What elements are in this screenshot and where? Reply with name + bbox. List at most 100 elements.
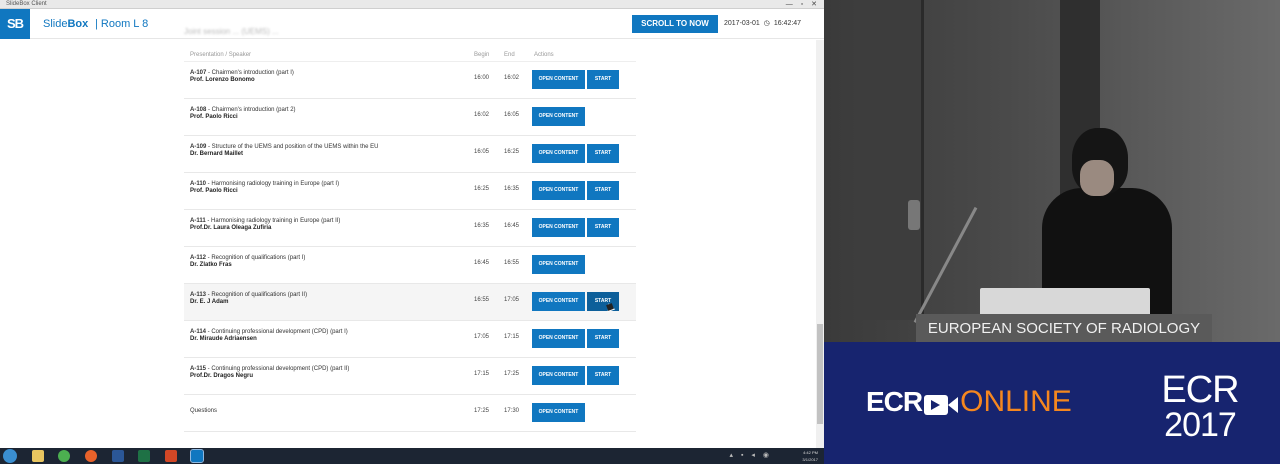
open-content-button[interactable]: OPEN CONTENT xyxy=(532,292,585,311)
presentation-title: A-113 - Recognition of qualifications (p… xyxy=(190,292,307,298)
end-time: 17:25 xyxy=(504,371,520,377)
window-titlebar: SlideBox Client — ▫ ✕ xyxy=(0,0,824,9)
firefox-icon[interactable] xyxy=(85,450,97,462)
table-row[interactable]: Questions 17:25 17:30 OPEN CONTENT xyxy=(184,395,636,432)
open-content-button[interactable]: OPEN CONTENT xyxy=(532,181,585,200)
table-row[interactable]: A-111 - Harmonising radiology training i… xyxy=(184,210,636,247)
end-time: 17:15 xyxy=(504,334,520,340)
room-label: | Room L 8 xyxy=(95,18,149,30)
brand-part1: Slide xyxy=(43,18,68,30)
open-content-button[interactable]: OPEN CONTENT xyxy=(532,255,585,274)
presentation-title: A-108 - Chairmen's introduction (part 2) xyxy=(190,107,296,113)
slidebox-taskbar-icon[interactable] xyxy=(190,449,204,463)
start-button[interactable]: START xyxy=(587,218,619,237)
presentation-title-text: - Chairmen's introduction (part 2) xyxy=(206,107,296,113)
presentation-title-text: - Continuing professional development (C… xyxy=(206,366,350,372)
presentation-title: A-111 - Harmonising radiology training i… xyxy=(190,218,340,224)
presentation-title-text: - Recognition of qualifications (part I) xyxy=(206,255,306,261)
word-icon[interactable] xyxy=(112,450,124,462)
speaker-face xyxy=(1080,160,1114,196)
scrollbar[interactable] xyxy=(816,40,824,448)
header-actions: Actions xyxy=(534,52,554,58)
begin-time: 16:45 xyxy=(474,260,490,266)
window-title: SlideBox Client xyxy=(6,1,47,7)
table-row[interactable]: A-112 - Recognition of qualifications (p… xyxy=(184,247,636,284)
start-button[interactable] xyxy=(3,449,17,463)
begin-time: 16:55 xyxy=(474,297,490,303)
table-row[interactable]: A-109 - Structure of the UEMS and positi… xyxy=(184,136,636,173)
end-time: 16:02 xyxy=(504,75,520,81)
end-time: 16:45 xyxy=(504,223,520,229)
header-presentation: Presentation / Speaker xyxy=(190,52,252,58)
table-row[interactable]: A-113 - Recognition of qualifications (p… xyxy=(184,284,636,321)
end-time: 16:35 xyxy=(504,186,520,192)
speaker-name: Dr. Bernard Maillet xyxy=(190,151,244,157)
open-content-button[interactable]: OPEN CONTENT xyxy=(532,107,585,126)
open-content-button[interactable]: OPEN CONTENT xyxy=(532,403,585,422)
presentation-title: A-110 - Harmonising radiology training i… xyxy=(190,181,339,187)
window-controls[interactable]: — ▫ ✕ xyxy=(786,0,820,9)
windows-taskbar: ▴ ▪ ◂ ◉ 4:42 PM 3/1/2017 xyxy=(0,448,824,464)
tray-date: 3/1/2017 xyxy=(802,457,818,462)
system-tray-clock[interactable]: 4:42 PM 3/1/2017 xyxy=(778,449,818,463)
table-row[interactable]: A-107 - Chairmen's introduction (part I)… xyxy=(184,62,636,99)
start-button[interactable]: START xyxy=(587,70,619,89)
presentation-title-text: Questions xyxy=(190,408,218,414)
open-content-button[interactable]: OPEN CONTENT xyxy=(532,218,585,237)
open-content-button[interactable]: OPEN CONTENT xyxy=(532,329,585,348)
banner-online-text: ONLINE xyxy=(960,385,1072,418)
table-row[interactable]: A-108 - Chairmen's introduction (part 2)… xyxy=(184,99,636,136)
open-content-button[interactable]: OPEN CONTENT xyxy=(532,70,585,89)
logo-year-text: 2017 xyxy=(1164,406,1237,444)
presentation-code: A-107 xyxy=(190,70,207,76)
table-row[interactable]: A-114 - Continuing professional developm… xyxy=(184,321,636,358)
presentation-title: Questions xyxy=(190,408,217,414)
excel-icon[interactable] xyxy=(138,450,150,462)
powerpoint-icon[interactable] xyxy=(165,450,177,462)
start-button[interactable]: START xyxy=(587,366,619,385)
date-time: 2017-03-01 ◷ 16:42:47 xyxy=(724,9,801,39)
slidebox-logo[interactable]: SB xyxy=(0,9,30,39)
presentation-code: A-114 xyxy=(190,329,207,335)
table-header: Presentation / Speaker Begin End Actions xyxy=(184,52,636,62)
app-header: SB SlideBox | Room L 8 SCROLL TO NOW 201… xyxy=(0,9,824,39)
date-label: 2017-03-01 xyxy=(724,20,760,27)
brand-name: SlideBox xyxy=(43,9,88,39)
header-begin: Begin xyxy=(474,52,490,58)
speaker-name: Dr. Miraude Adriaensen xyxy=(190,336,257,342)
open-content-button[interactable]: OPEN CONTENT xyxy=(532,366,585,385)
begin-time: 17:15 xyxy=(474,371,490,377)
table-row[interactable]: A-115 - Continuing professional developm… xyxy=(184,358,636,395)
presentation-title-text: - Chairmen's introduction (part I) xyxy=(206,70,294,76)
presentation-title-text: - Continuing professional development (C… xyxy=(206,329,348,335)
presentation-code: A-113 xyxy=(190,292,207,298)
scrollbar-thumb[interactable] xyxy=(817,324,823,424)
presentation-title: A-114 - Continuing professional developm… xyxy=(190,329,348,335)
start-button[interactable]: START xyxy=(587,329,619,348)
table-row[interactable]: A-110 - Harmonising radiology training i… xyxy=(184,173,636,210)
begin-time: 16:35 xyxy=(474,223,490,229)
header-end: End xyxy=(504,52,515,58)
ecr-online-banner: ECR ONLINE ECR 2017 xyxy=(824,342,1280,464)
presentation-code: A-109 xyxy=(190,144,207,150)
begin-time: 16:05 xyxy=(474,149,490,155)
root: SlideBox Client — ▫ ✕ SB SlideBox | Room… xyxy=(0,0,1280,464)
video-panel: EUROPEAN SOCIETY OF RADIOLOGY ECR ONLINE … xyxy=(824,0,1280,464)
presentation-title: A-109 - Structure of the UEMS and positi… xyxy=(190,144,378,150)
tray-icons[interactable]: ▴ ▪ ◂ ◉ xyxy=(730,451,772,459)
video-camera-icon xyxy=(924,393,959,417)
door-handle xyxy=(908,200,920,230)
logo-ecr-text: ECR xyxy=(1161,369,1239,411)
explorer-icon[interactable] xyxy=(32,450,44,462)
open-content-button[interactable]: OPEN CONTENT xyxy=(532,144,585,163)
schedule-content[interactable]: Joint session ... (UEMS) ... Presentatio… xyxy=(0,27,816,448)
presentation-title-text: - Harmonising radiology training in Euro… xyxy=(205,218,341,224)
ecr-online-logo: ECR ONLINE xyxy=(866,386,1072,418)
chrome-icon[interactable] xyxy=(58,450,70,462)
end-time: 16:55 xyxy=(504,260,520,266)
start-button[interactable]: START xyxy=(587,144,619,163)
presentation-title: A-112 - Recognition of qualifications (p… xyxy=(190,255,305,261)
start-button[interactable]: START xyxy=(587,181,619,200)
end-time: 17:30 xyxy=(504,408,520,414)
scroll-to-now-button[interactable]: SCROLL TO NOW xyxy=(632,15,718,33)
